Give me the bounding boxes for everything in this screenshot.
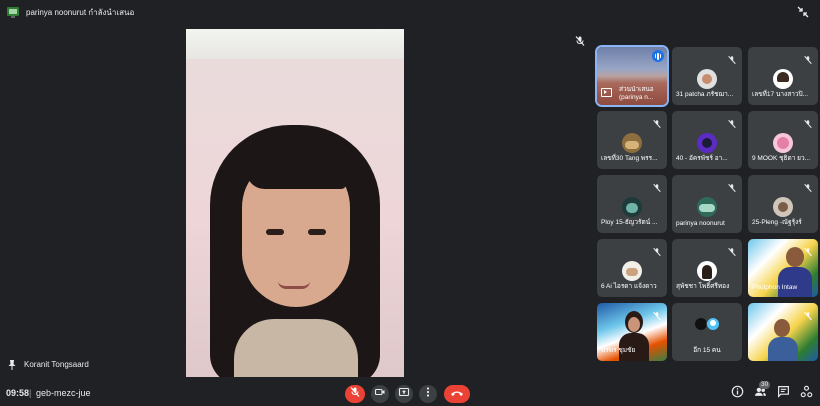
participant-face (628, 317, 640, 332)
participant-name: เลขที่30 Tang พรร... (601, 155, 658, 162)
camera-toggle-button[interactable] (371, 385, 389, 403)
participant-tile[interactable]: parinya noonurut (672, 175, 742, 233)
participant-body (768, 337, 798, 361)
participant-tile[interactable]: 25-Pleng -ณัฐรุ้งร์ (748, 175, 818, 233)
mic-off-icon (727, 116, 737, 129)
avatar (697, 133, 717, 153)
participant-mouth (278, 281, 310, 289)
mic-off-icon (727, 180, 737, 193)
presenting-bar: parinya noonurut กำลังนำเสนอ (0, 0, 820, 24)
mic-off-icon (349, 385, 361, 403)
activities-button[interactable] (798, 385, 814, 403)
participant-tile[interactable]: 6 Ai ไอรดา แจ้งดาว (597, 239, 667, 297)
chat-icon (777, 385, 790, 403)
participant-eye-right (308, 229, 326, 235)
participant-tile[interactable]: 31 patcha ภรัชฌา... (672, 47, 742, 105)
participant-name: 6 Ai ไอรดา แจ้งดาว (601, 283, 657, 290)
participant-shirt (234, 319, 358, 377)
avatar (697, 261, 717, 281)
meeting-time: 09:58 (6, 388, 30, 398)
participant-bangs (246, 147, 346, 189)
participant-tile[interactable]: พรพร ชุมชัย (597, 303, 667, 361)
mic-off-icon (803, 308, 813, 321)
participant-name: เลขที่17 นางสาวปิ... (752, 91, 809, 98)
mic-off-icon (652, 244, 662, 257)
avatar (622, 133, 642, 153)
main-video-name: Koranit Tongsaard (24, 360, 89, 369)
participant-name: parinya noonurut (676, 220, 725, 227)
avatar (773, 69, 793, 89)
participant-body (778, 267, 812, 297)
mic-off-icon (652, 180, 662, 193)
presenting-text: parinya noonurut กำลังนำเสนอ (26, 7, 135, 17)
mic-off-icon (574, 34, 586, 46)
participant-name: Ploy 15-ธัญวรัตน์ ... (601, 219, 658, 226)
end-call-icon (450, 385, 464, 403)
avatar (697, 197, 717, 217)
bottom-toolbar: 09:58 | geb-mezc-jue (0, 380, 820, 406)
participant-head (786, 247, 804, 267)
video-background (186, 29, 404, 59)
end-call-button[interactable] (444, 385, 470, 403)
participant-head (774, 319, 790, 337)
present-now-button[interactable] (395, 385, 413, 403)
activities-icon (800, 385, 813, 403)
participant-name: ส่วนนำเสนอ (parinya n... (619, 86, 654, 101)
avatar (706, 317, 720, 331)
more-options-button[interactable] (419, 385, 437, 403)
participant-tile[interactable] (748, 303, 818, 361)
mic-off-icon (803, 180, 813, 193)
participant-name: 31 patcha ภรัชฌา... (676, 91, 734, 98)
participant-name: สุพัชชา โพธิ์ศรีทอง (676, 283, 730, 290)
pin-icon[interactable] (6, 358, 18, 370)
mic-off-icon (803, 244, 813, 257)
main-video[interactable] (186, 29, 404, 377)
participant-tile[interactable]: เลขที่30 Tang พรร... (597, 111, 667, 169)
participant-tile[interactable]: 40 - อัครพัชร์ อา... (672, 111, 742, 169)
meeting-code: geb-mezc-jue (36, 388, 91, 398)
participant-eye-left (266, 229, 284, 235)
avatar (773, 133, 793, 153)
main-stage: Koranit Tongsaard (0, 24, 592, 380)
mic-off-icon (652, 308, 662, 321)
mic-off-icon (727, 244, 737, 257)
participant-name: 40 - อัครพัชร์ อา... (676, 155, 728, 162)
more-options-icon (422, 385, 434, 403)
avatar (622, 261, 642, 281)
participant-name: 9 MOOK ชุธิดา ยว... (752, 155, 811, 162)
mic-off-icon (652, 116, 662, 129)
avatar (773, 197, 793, 217)
mic-toggle-button[interactable] (345, 385, 365, 403)
avatar (622, 197, 642, 217)
participant-tile[interactable]: 9 MOOK ชุธิดา ยว... (748, 111, 818, 169)
info-icon (731, 385, 744, 403)
participant-tile[interactable]: เลขที่17 นางสาวปิ... (748, 47, 818, 105)
participant-count-badge: 30 (759, 381, 771, 389)
present-now-icon (398, 385, 410, 403)
participant-name: 25-Pleng -ณัฐรุ้งร์ (752, 219, 802, 226)
participant-tile[interactable]: Phutphon Intaw (748, 239, 818, 297)
chat-button[interactable] (775, 386, 791, 402)
collapse-icon[interactable] (796, 5, 810, 19)
mic-off-icon (803, 52, 813, 65)
participant-name: พรพร ชุมชัย (601, 347, 636, 354)
mic-off-icon (803, 116, 813, 129)
more-participants-tile[interactable]: อีก 15 คน (672, 303, 742, 361)
present-screen-icon (6, 5, 20, 19)
more-participants-label: อีก 15 คน (693, 347, 721, 354)
separator: | (29, 388, 32, 398)
participant-name: Phutphon Intaw (752, 284, 798, 291)
mic-off-icon (727, 52, 737, 65)
info-button[interactable] (729, 385, 745, 403)
camera-icon (374, 385, 386, 403)
speaking-indicator-icon (652, 50, 664, 62)
presenting-chip[interactable]: parinya noonurut กำลังนำเสนอ (6, 3, 134, 21)
participant-tile[interactable]: ส่วนนำเสนอ (parinya n... (595, 45, 669, 107)
avatar (697, 69, 717, 89)
participant-tile[interactable]: Ploy 15-ธัญวรัตน์ ... (597, 175, 667, 233)
participant-tile[interactable]: สุพัชชา โพธิ์ศรีทอง (672, 239, 742, 297)
